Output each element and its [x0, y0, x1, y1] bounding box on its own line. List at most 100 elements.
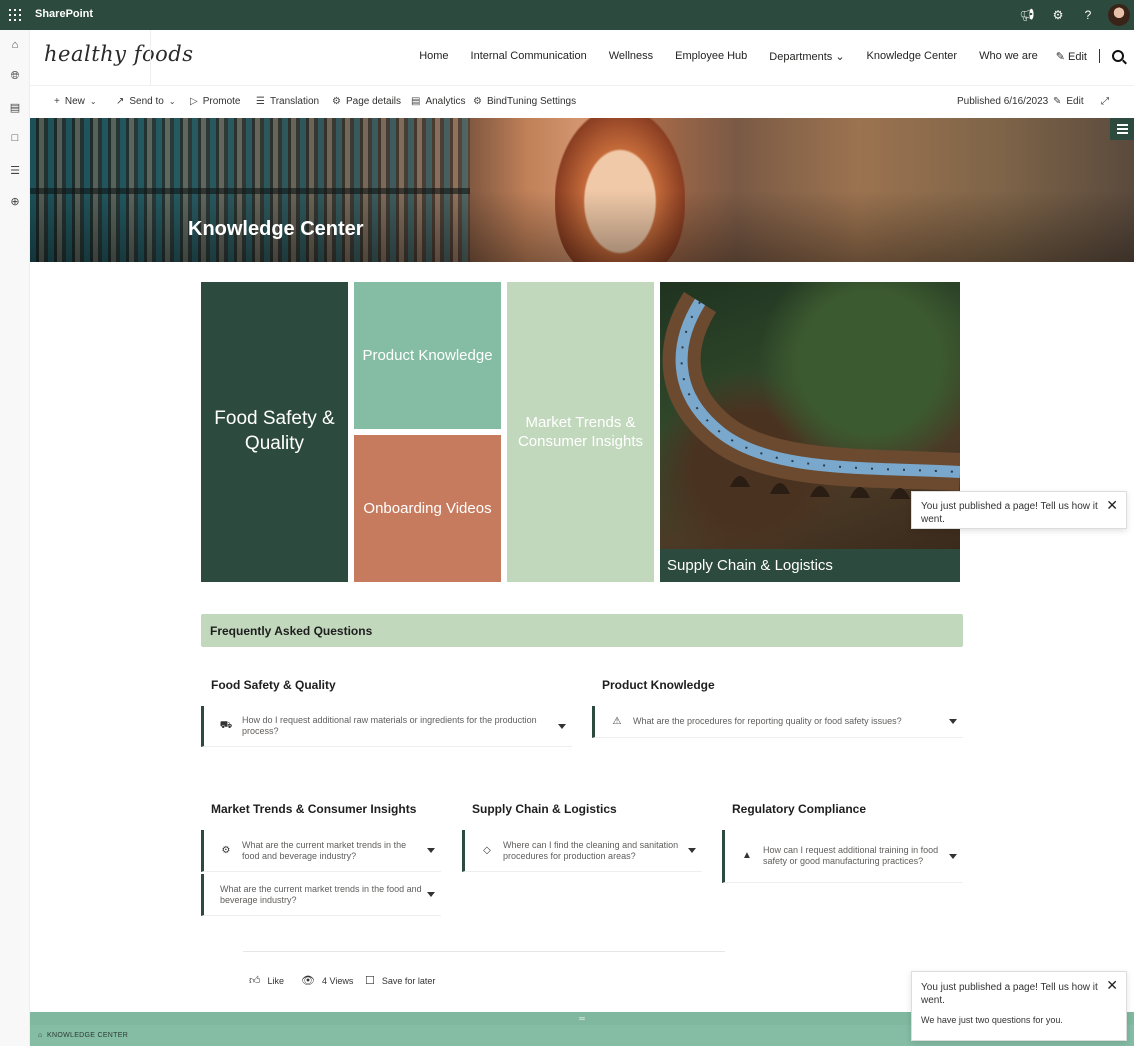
tile-food-safety[interactable]: Food Safety & Quality — [201, 282, 348, 582]
app-launcher-icon[interactable] — [9, 9, 21, 21]
caret-down-icon — [427, 848, 435, 853]
command-bar: + New ⌄ ↗ Send to ⌄ ▷ Promote ☰ Translation ⚙ P… — [30, 86, 1134, 118]
diamond-icon: ◇ — [483, 844, 491, 856]
bindtuning-label: BindTuning Settings — [486, 96, 577, 107]
nav-divider — [1099, 49, 1100, 63]
tile-supply-chain[interactable]: Supply Chain & Logistics — [660, 282, 960, 582]
bindtuning-settings-button[interactable]: ⚙ BindTuning Settings — [473, 96, 576, 107]
like-label: Like — [267, 975, 285, 986]
expand-icon[interactable]: ⤢ — [1101, 96, 1109, 107]
search-icon[interactable] — [1112, 50, 1124, 62]
list-icon[interactable]: ☰ — [8, 163, 22, 177]
nav-edit-link[interactable]: ✎ Edit — [1056, 50, 1087, 63]
page-details-button[interactable]: ⚙ Page details — [332, 96, 401, 107]
megaphone-icon[interactable]: 📢︎ — [1019, 7, 1035, 23]
gear-icon[interactable]: ⚙ — [1050, 7, 1066, 23]
caret-down-icon — [688, 848, 696, 853]
create-icon[interactable]: ⊕ — [8, 194, 22, 208]
news-icon[interactable]: ▤ — [8, 100, 22, 114]
faq-question-text: Where can I find the cleaning and sanita… — [503, 839, 679, 861]
faq-section-title: Market Trends & Consumer Insights — [211, 802, 417, 816]
toast-message: You just published a page! Tell us how i… — [921, 501, 1098, 525]
faq-question-text: What are the current market trends in th… — [220, 883, 422, 905]
eye-icon: 👁︎ — [301, 975, 315, 987]
pencil-icon: ✎ — [1053, 96, 1062, 107]
page-details-label: Page details — [345, 96, 402, 107]
send-to-label: Send to — [129, 96, 164, 107]
analytics-icon: ▤ — [411, 96, 421, 107]
nav-item-employee-hub[interactable]: Employee Hub — [675, 50, 747, 62]
published-status: Published 6/16/2023 — [957, 96, 1049, 107]
tile-supply-chain-caption: Supply Chain & Logistics — [660, 549, 960, 582]
content-divider — [243, 951, 725, 952]
megaphone-icon: ▷ — [190, 96, 198, 107]
faq-header: Frequently Asked Questions — [201, 614, 963, 647]
new-label: New — [64, 96, 85, 107]
hamburger-menu-icon[interactable] — [1110, 118, 1134, 140]
top-navigation: Home Internal Communication Wellness Emp… — [397, 49, 1124, 63]
edit-page-button[interactable]: ✎ Edit — [1053, 96, 1084, 107]
nav-item-who-we-are[interactable]: Who we are — [979, 50, 1038, 62]
faq-question[interactable]: ⛟ How do I request additional raw materi… — [201, 706, 572, 747]
faq-question-text: What are the procedures for reporting qu… — [633, 716, 902, 727]
analytics-label: Analytics — [425, 96, 466, 107]
app-name[interactable]: SharePoint — [35, 8, 93, 20]
nav-item-internal-communication[interactable]: Internal Communication — [471, 50, 587, 62]
analytics-button[interactable]: ▤ Analytics — [411, 96, 465, 107]
site-logo[interactable]: healthy foods — [44, 42, 193, 66]
save-label: Save for later — [381, 975, 436, 986]
breadcrumb[interactable]: ⌂ KNOWLEDGE CENTER — [38, 1032, 128, 1039]
plus-icon: + — [54, 96, 60, 107]
faq-question[interactable]: ◇ Where can I find the cleaning and sani… — [462, 830, 702, 872]
faq-question-text: How do I request additional raw material… — [242, 715, 537, 736]
like-button[interactable]: 👍︎ Like — [249, 974, 284, 987]
send-to-button[interactable]: ↗ Send to ⌄ — [116, 96, 181, 107]
save-for-later-button[interactable]: ☐ Save for later — [365, 974, 435, 987]
left-app-bar: ⌂ 🌐︎ ▤ □ ☰ ⊕ — [0, 30, 30, 1046]
tile-onboarding-videos[interactable]: Onboarding Videos — [354, 435, 501, 582]
bookmark-icon: ☐ — [365, 975, 375, 987]
home-icon[interactable]: ⌂ — [8, 38, 22, 52]
gear-icon: ⚙ — [332, 96, 341, 107]
faq-question[interactable]: ⚠ What are the procedures for reporting … — [592, 706, 963, 738]
caret-down-icon — [949, 853, 957, 859]
faq-section-title: Food Safety & Quality — [211, 678, 336, 692]
home-icon: ⌂ — [38, 1032, 43, 1039]
nav-item-wellness[interactable]: Wellness — [609, 50, 653, 62]
globe-icon[interactable]: 🌐︎ — [8, 69, 22, 83]
tile-product-knowledge[interactable]: Product Knowledge — [354, 282, 501, 429]
promote-button[interactable]: ▷ Promote — [190, 96, 241, 107]
caret-down-icon — [427, 892, 435, 897]
caret-down-icon — [558, 723, 566, 729]
faq-question[interactable]: ⚙ What are the current market trends in … — [201, 830, 441, 872]
page-title: Knowledge Center — [188, 218, 364, 240]
site-header: healthy foods Home Internal Communicatio… — [30, 30, 1134, 86]
nav-item-home[interactable]: Home — [419, 50, 448, 62]
logo-divider — [150, 30, 151, 86]
tile-market-trends[interactable]: Market Trends & Consumer Insights — [507, 282, 654, 582]
faq-question[interactable]: What are the current market trends in th… — [201, 874, 441, 916]
nav-item-departments[interactable]: Departments ⌄ — [769, 50, 844, 63]
warning-icon: ⚠ — [612, 715, 622, 727]
feedback-toast: You just published a page! Tell us how i… — [911, 491, 1127, 529]
close-icon[interactable]: ✕ — [1106, 497, 1118, 515]
document-icon[interactable]: □ — [8, 131, 22, 145]
thumbs-up-icon: 👍︎ — [249, 975, 261, 987]
translation-button[interactable]: ☰ Translation — [256, 96, 319, 107]
nav-item-knowledge-center[interactable]: Knowledge Center — [867, 50, 958, 62]
faq-question[interactable]: ▲ How can I request additional training … — [722, 830, 963, 883]
help-icon[interactable]: ? — [1080, 7, 1096, 23]
faq-question-text: How can I request additional training in… — [763, 845, 939, 866]
gears-icon: ⚙ — [221, 844, 231, 856]
faq-question-text: What are the current market trends in th… — [242, 839, 407, 861]
faq-section-title: Regulatory Compliance — [732, 802, 867, 816]
faq-section-title: Supply Chain & Logistics — [472, 802, 617, 816]
avatar[interactable] — [1108, 4, 1130, 26]
translation-icon: ☰ — [256, 96, 265, 107]
toast-message: You just published a page! Tell us how i… — [921, 982, 1098, 1006]
close-icon[interactable]: ✕ — [1106, 977, 1118, 995]
hero-banner: Knowledge Center — [30, 118, 1134, 262]
new-button[interactable]: + New ⌄ — [54, 96, 102, 107]
chevron-down-icon: ⌄ — [168, 97, 176, 106]
caret-down-icon — [949, 719, 957, 724]
